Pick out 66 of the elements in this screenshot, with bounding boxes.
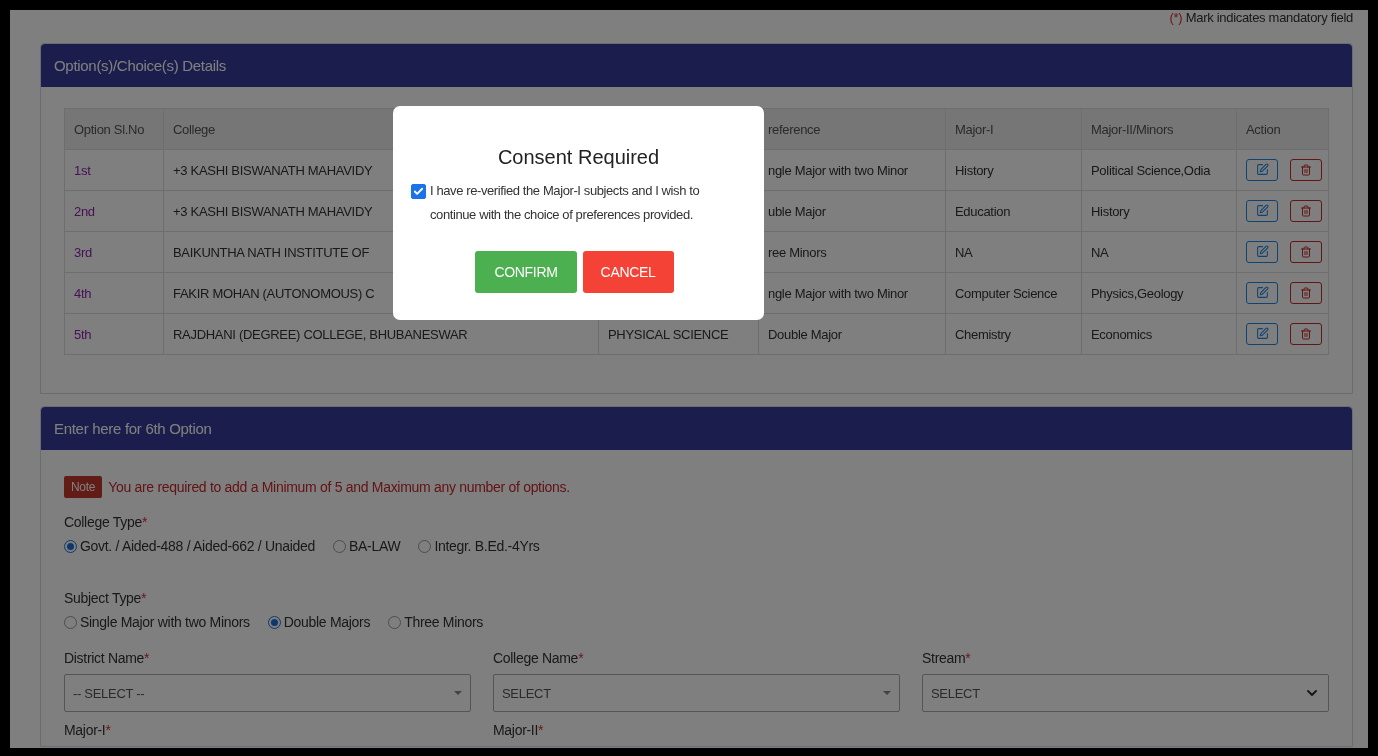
table-cell: 2nd (64, 190, 164, 232)
mandatory-note: (*) Mark indicates mandatory field (1169, 10, 1353, 27)
table-cell: Chemistry (945, 313, 1082, 355)
trash-icon (1300, 328, 1312, 341)
cancel-button[interactable]: CANCEL (582, 251, 674, 293)
delete-button[interactable] (1290, 241, 1322, 264)
edit-icon (1255, 245, 1269, 259)
field-label: College Type* (64, 514, 149, 530)
trash-icon (1300, 164, 1312, 177)
radio-option[interactable]: Integr. B.Ed.-4Yrs (418, 538, 540, 554)
radio-option[interactable]: Single Major with two Minors (64, 614, 250, 630)
delete-button[interactable] (1290, 323, 1322, 346)
select-field[interactable]: -- SELECT -- (64, 674, 471, 712)
column-header: Option Sl.No (64, 108, 164, 150)
edit-icon (1255, 163, 1269, 177)
edit-button[interactable] (1246, 240, 1278, 263)
column-header: Action (1236, 108, 1329, 150)
edit-icon (1255, 204, 1269, 218)
edit-button[interactable] (1246, 158, 1278, 181)
trash-icon (1300, 246, 1312, 259)
table-cell: Education (945, 190, 1082, 232)
column-header: Major-II/Minors (1081, 108, 1237, 150)
field-label: District Name* (64, 650, 151, 666)
radio-option[interactable]: Double Majors (267, 614, 371, 630)
trash-icon (1300, 205, 1312, 218)
edit-icon (1255, 327, 1269, 341)
edit-button[interactable] (1246, 322, 1278, 345)
column-header: Major-I (945, 108, 1082, 150)
table-cell: History (945, 149, 1082, 191)
table-cell: NA (1081, 231, 1237, 273)
caret-icon (454, 691, 462, 695)
table-cell: 3rd (64, 231, 164, 273)
caret-icon (883, 691, 891, 695)
field-label: College Name* (493, 650, 585, 666)
delete-button[interactable] (1290, 200, 1322, 223)
table-cell: 5th (64, 313, 164, 355)
select-field[interactable]: SELECT (922, 674, 1329, 712)
table-cell: Physics,Geology (1081, 272, 1237, 314)
note-text: You are required to add a Minimum of 5 and Maximum any number of options. (108, 479, 570, 495)
table-cell: NA (945, 231, 1082, 273)
table-cell: Double Major (758, 313, 946, 355)
delete-button[interactable] (1290, 159, 1322, 182)
panel-title: Enter here for 6th Option (41, 407, 1352, 450)
radio-option[interactable]: BA-LAW (333, 538, 401, 554)
trash-icon (1300, 287, 1312, 300)
edit-icon (1255, 286, 1269, 300)
table-cell: 4th (64, 272, 164, 314)
table-cell: Political Science,Odia (1081, 149, 1237, 191)
confirm-button[interactable]: CONFIRM (475, 251, 577, 293)
select-field[interactable]: SELECT (493, 674, 900, 712)
field-label: Major-I* (64, 722, 112, 738)
table-cell: Computer Science (945, 272, 1082, 314)
radio-option[interactable]: Govt. / Aided-488 / Aided-662 / Unaided (64, 538, 316, 554)
field-label: Major-II* (493, 722, 545, 738)
edit-button[interactable] (1246, 199, 1278, 222)
field-label: Stream* (922, 650, 972, 666)
delete-button[interactable] (1290, 282, 1322, 305)
field-label: Subject Type* (64, 590, 148, 606)
panel-title: Option(s)/Choice(s) Details (41, 44, 1352, 87)
table-cell: History (1081, 190, 1237, 232)
edit-button[interactable] (1246, 281, 1278, 304)
consent-checkbox[interactable] (411, 184, 426, 199)
table-cell: Economics (1081, 313, 1237, 355)
table-cell: 1st (64, 149, 164, 191)
radio-option[interactable]: Three Minors (388, 614, 484, 630)
note-badge: Note (64, 476, 103, 498)
